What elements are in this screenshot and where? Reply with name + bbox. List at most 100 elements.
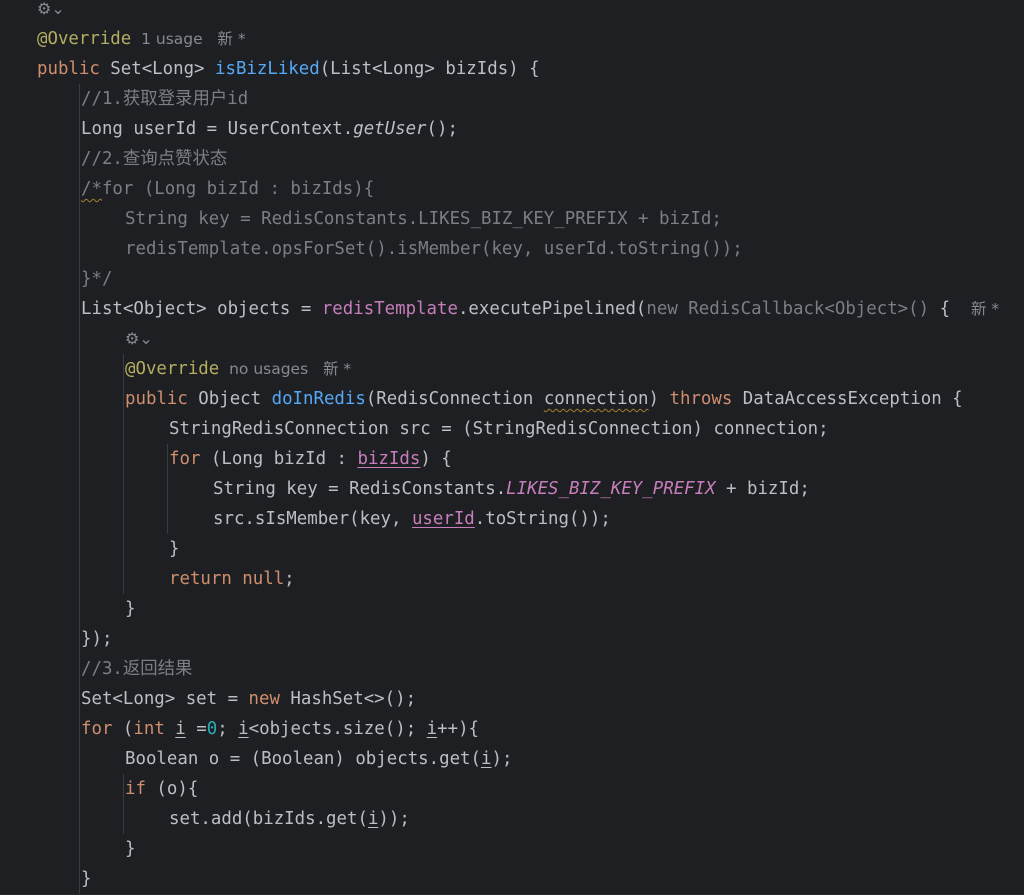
code-line[interactable]: public Object doInRedis(RedisConnection … <box>0 384 963 414</box>
code-line[interactable]: //2.查询点赞状态 <box>0 144 227 174</box>
code-token: connection <box>543 389 649 409</box>
code-line[interactable]: String key = RedisConstants.LIKES_BIZ_KE… <box>0 474 810 504</box>
code-token: Object <box>187 389 272 409</box>
code-token: if <box>125 779 146 799</box>
code-token: getUser <box>353 119 427 139</box>
code-token: return null <box>169 569 285 589</box>
code-token: new RedisCallback<Object>() <box>646 299 940 319</box>
code-token: ) <box>648 389 670 409</box>
inlay-hint: 1 usage 新 * <box>131 30 246 48</box>
code-token: redisTemplate <box>321 299 458 319</box>
code-token: int <box>133 719 165 739</box>
code-line[interactable]: List<Object> objects = redisTemplate.exe… <box>0 294 999 324</box>
code-token: ( <box>112 719 134 739</box>
code-token: i <box>426 719 438 739</box>
code-token: /* <box>81 179 102 199</box>
code-token: redisTemplate.opsForSet().isMember(key, … <box>125 239 743 259</box>
code-token: .executePipelined( <box>457 299 647 319</box>
code-token: i <box>367 809 379 829</box>
code-line[interactable]: /*for (Long bizId : bizIds){ <box>0 174 374 204</box>
code-token: i <box>175 719 186 739</box>
gutter-gear-icon[interactable]: ⚙⌄ <box>37 0 65 18</box>
code-token: HashSet<>(); <box>279 689 417 709</box>
code-token: i <box>238 719 249 739</box>
code-token: i <box>480 749 492 769</box>
code-token: } <box>169 539 180 559</box>
code-line[interactable]: set.add(bizIds.get(i)); <box>0 804 410 834</box>
code-token: .toString()); <box>474 509 611 529</box>
code-line[interactable]: src.sIsMember(key, userId.toString()); <box>0 504 611 534</box>
code-line[interactable]: return null; <box>0 564 295 594</box>
code-line[interactable]: }); <box>0 624 112 654</box>
code-token: public <box>37 59 100 79</box>
code-token: new <box>248 689 280 709</box>
code-token: String key = RedisConstants. <box>213 479 507 499</box>
code-line[interactable]: String key = RedisConstants.LIKES_BIZ_KE… <box>0 204 722 234</box>
code-line[interactable]: StringRedisConnection src = (StringRedis… <box>0 414 829 444</box>
code-line[interactable]: Boolean o = (Boolean) objects.get(i); <box>0 744 512 774</box>
code-line[interactable]: public Set<Long> isBizLiked(List<Long> b… <box>0 54 540 84</box>
code-line[interactable]: }*/ <box>0 264 112 294</box>
code-token: //2.查询点赞状态 <box>81 149 228 169</box>
code-line[interactable]: } <box>0 834 135 864</box>
code-token: (Long bizId : <box>200 449 358 469</box>
code-line[interactable]: ⚙⌄ <box>0 324 153 354</box>
code-token: + bizId; <box>715 479 810 499</box>
code-line[interactable]: redisTemplate.opsForSet().isMember(key, … <box>0 234 743 264</box>
code-line[interactable]: @Override 1 usage 新 * <box>0 24 246 54</box>
code-token: } <box>125 839 136 859</box>
code-token: (); <box>426 119 458 139</box>
code-token: @Override <box>125 359 220 379</box>
code-line[interactable]: //3.返回结果 <box>0 654 192 684</box>
gutter-gear-icon[interactable]: ⚙⌄ <box>125 329 153 348</box>
code-token: ; <box>284 569 295 589</box>
code-token: } <box>125 599 136 619</box>
code-line[interactable]: if (o){ <box>0 774 198 804</box>
code-line[interactable]: @Override no usages 新 * <box>0 354 351 384</box>
code-token: } <box>81 869 92 889</box>
code-token: (o){ <box>145 779 199 799</box>
code-line[interactable]: Long userId = UserContext.getUser(); <box>0 114 458 144</box>
code-token: isBizLiked <box>215 59 320 79</box>
code-token: ); <box>491 749 513 769</box>
code-token: ) { <box>420 449 452 469</box>
code-token: for (Long bizId : bizIds){ <box>101 179 375 199</box>
code-token: LIKES_BIZ_KEY_PREFIX <box>506 479 716 499</box>
code-token: Set<Long> <box>99 59 215 79</box>
code-token: (List<Long> bizIds) { <box>319 59 540 79</box>
code-token: ++){ <box>437 719 480 739</box>
code-token: for <box>169 449 201 469</box>
code-line[interactable]: } <box>0 864 91 894</box>
code-token: String key = RedisConstants.LIKES_BIZ_KE… <box>125 209 722 229</box>
code-line[interactable]: for (int i =0; i<objects.size(); i++){ <box>0 714 479 744</box>
code-token: set.add(bizIds.get( <box>169 809 368 829</box>
code-token: public <box>125 389 188 409</box>
code-token: = <box>185 719 207 739</box>
code-editor[interactable]: ⚙⌄ @Override 1 usage 新 * public Set<Long> … <box>0 0 1024 895</box>
inlay-hint: no usages 新 * <box>219 360 352 378</box>
code-line[interactable]: } <box>0 534 179 564</box>
code-token: userId <box>411 509 475 529</box>
code-token: }*/ <box>81 269 113 289</box>
code-token: @Override <box>37 29 132 49</box>
code-line[interactable]: ⚙⌄ <box>0 0 65 24</box>
code-line[interactable]: Set<Long> set = new HashSet<>(); <box>0 684 416 714</box>
code-token: )); <box>378 809 410 829</box>
code-token: ; <box>217 719 239 739</box>
code-token: StringRedisConnection src = (StringRedis… <box>169 419 829 439</box>
code-token: List<Object> objects = <box>81 299 322 319</box>
code-line[interactable]: } <box>0 594 135 624</box>
code-line[interactable]: for (Long bizId : bizIds) { <box>0 444 452 474</box>
code-token: doInRedis <box>271 389 366 409</box>
code-token: //1.获取登录用户id <box>81 89 249 109</box>
code-token: src.sIsMember(key, <box>213 509 412 529</box>
code-line[interactable]: //1.获取登录用户id <box>0 84 248 114</box>
code-token: bizIds <box>357 449 421 469</box>
code-token: DataAccessException { <box>732 389 963 409</box>
code-token: throws <box>669 389 733 409</box>
code-token: }); <box>81 629 113 649</box>
code-token: //3.返回结果 <box>81 659 193 679</box>
code-token: <objects.size(); <box>248 719 427 739</box>
code-token: for <box>81 719 113 739</box>
